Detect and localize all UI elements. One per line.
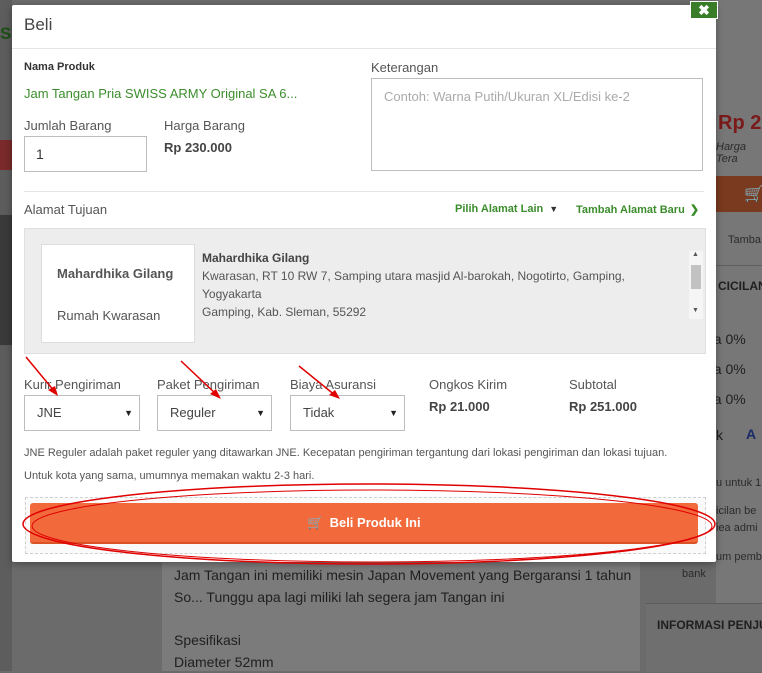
annotation-arrow-courier [25,356,58,396]
annotation-arrow-insurance [298,365,340,399]
annotation-ellipse-inner [31,489,713,563]
annotation-arrow-package [180,360,221,399]
annotation-overlay [22,356,716,565]
